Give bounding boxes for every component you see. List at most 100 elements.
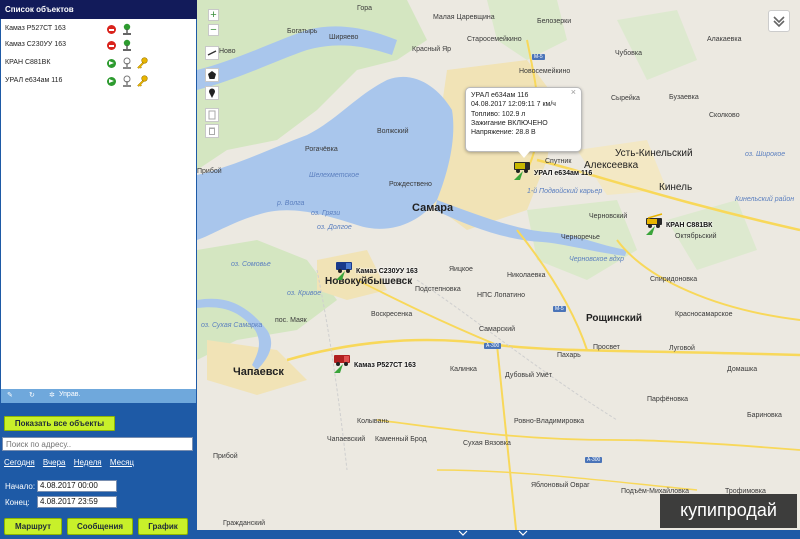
map-label: Просвет: [593, 344, 620, 351]
polygon-tool-button[interactable]: [205, 68, 219, 82]
map-label: Яицкое: [449, 266, 473, 273]
water-label: оз. Кривое: [287, 290, 322, 297]
map-label: Новосемейкино: [519, 68, 571, 75]
ignition-key-icon: [137, 75, 148, 87]
delete-tool-button[interactable]: [205, 124, 219, 138]
map-label: Яблоновый Овраг: [531, 482, 590, 489]
popup-voltage: Напряжение: 28.8 В: [471, 129, 536, 137]
gear-icon[interactable]: ✲: [49, 391, 55, 399]
water-label: Шелехметское: [309, 172, 360, 179]
map-label: пос. Маяк: [275, 317, 307, 324]
map-label: Николаевка: [507, 272, 546, 279]
road-badge: M-5: [553, 306, 566, 312]
map-label: Прибой: [197, 168, 222, 175]
map-label: Черновский: [589, 213, 628, 220]
map-label: Гора: [357, 5, 373, 12]
truck-marker-icon[interactable]: [332, 351, 354, 375]
end-label: Конец:: [5, 498, 30, 507]
map-label: Парфёновка: [647, 396, 689, 403]
object-row[interactable]: КРАН С881ВК: [1, 56, 196, 72]
moving-status-icon: [107, 77, 116, 86]
start-datetime-input[interactable]: 4.08.2017 00:00: [37, 480, 117, 492]
period-today-link[interactable]: Сегодня: [4, 458, 35, 467]
location-pin-icon[interactable]: [122, 23, 132, 36]
period-week-link[interactable]: Неделя: [74, 458, 102, 467]
map-label: Ново: [219, 48, 236, 55]
water-label: оз. Долгое: [317, 224, 352, 231]
zoom-out-button[interactable]: −: [208, 24, 219, 36]
location-pin-icon[interactable]: [122, 75, 132, 88]
map-label: Подстепновка: [415, 286, 461, 293]
map-label: Рощинский: [586, 313, 643, 324]
object-name[interactable]: Камаз Р527СТ 163: [5, 25, 66, 32]
location-pin-icon[interactable]: [122, 39, 132, 52]
map-label: Рогачёвка: [305, 146, 338, 153]
show-all-objects-button[interactable]: Показать все объекты: [4, 416, 115, 431]
period-yesterday-link[interactable]: Вчера: [43, 458, 66, 467]
truck-marker-icon[interactable]: [334, 258, 356, 282]
map-label: Сколково: [709, 112, 740, 119]
crane-marker-icon[interactable]: [644, 213, 666, 237]
map-label-city: Чапаевск: [233, 366, 284, 378]
stop-status-icon: [107, 25, 116, 34]
water-label: оз. Сомовье: [231, 261, 271, 268]
map-view[interactable]: Гора Малая Царевщина Белозерки Старосеме…: [197, 0, 800, 539]
object-name[interactable]: Камаз С230УУ 163: [5, 41, 66, 48]
chart-button[interactable]: График: [138, 518, 188, 535]
popup-title: УРАЛ е634ам 116: [471, 92, 529, 99]
route-button[interactable]: Маршрут: [4, 518, 62, 535]
map-label: Богатырь: [287, 28, 318, 35]
truck-marker-icon[interactable]: [512, 158, 534, 182]
map-label: НПС Лопатино: [477, 292, 525, 299]
map-label: Черноречье: [561, 234, 600, 241]
ruler-tool-button[interactable]: [205, 46, 219, 60]
map-pin-icon: [209, 88, 215, 98]
map-label: Малая Царевщина: [433, 14, 495, 21]
object-name[interactable]: УРАЛ е634ам 116: [5, 77, 62, 84]
water-label: оз. Сухая Самарка: [201, 322, 263, 329]
edit-tool-button[interactable]: [205, 108, 219, 122]
ignition-key-icon: [137, 57, 148, 69]
map-label: Колывань: [357, 418, 389, 425]
object-name[interactable]: КРАН С881ВК: [5, 59, 50, 66]
zoom-in-button[interactable]: +: [208, 9, 219, 21]
messages-button[interactable]: Сообщения: [67, 518, 133, 535]
vehicle-label[interactable]: УРАЛ е634ам 116: [534, 170, 592, 177]
road-badge: A-300: [484, 343, 502, 349]
water-label: оз. Широкое: [745, 151, 786, 158]
water-label: оз. Грязи: [311, 210, 341, 217]
period-month-link[interactable]: Месяц: [110, 458, 134, 467]
road-badge: A-300: [585, 457, 603, 463]
vehicle-label[interactable]: Камаз С230УУ 163: [356, 268, 418, 275]
stop-status-icon: [107, 41, 116, 50]
list-toolbar: ✎ ↻ ✲ Управ.: [1, 389, 196, 403]
start-label: Начало:: [5, 482, 36, 491]
map-label: Кинель: [659, 182, 693, 193]
manage-label[interactable]: Управ.: [59, 391, 80, 398]
map-label: Волжский: [377, 128, 409, 135]
object-row[interactable]: Камаз С230УУ 163: [1, 38, 196, 54]
edit-icon[interactable]: ✎: [7, 391, 13, 399]
expand-chevron-icon: [458, 530, 468, 536]
moving-status-icon: [107, 59, 116, 68]
map-label: Чубовка: [615, 50, 642, 57]
end-datetime-input[interactable]: 4.08.2017 23:59: [37, 496, 117, 508]
address-search-input[interactable]: [2, 437, 193, 451]
close-icon[interactable]: ×: [571, 87, 576, 97]
marker-tool-button[interactable]: [205, 86, 219, 100]
map-bottom-bar: [197, 530, 800, 539]
vehicle-label[interactable]: КРАН С881ВК: [666, 222, 712, 229]
refresh-icon[interactable]: ↻: [29, 391, 35, 399]
map-label: Бариновка: [747, 412, 782, 419]
object-row[interactable]: УРАЛ е634ам 116: [1, 74, 196, 90]
collapse-chevron-icon[interactable]: [768, 10, 790, 32]
map-label: Сухая Вязовка: [463, 440, 511, 447]
road-badge: M-5: [532, 54, 545, 60]
object-list: Камаз Р527СТ 163 Камаз С230УУ 163 КРАН С…: [1, 19, 196, 389]
map-label: Пахарь: [557, 352, 581, 359]
vehicle-label[interactable]: Камаз Р527СТ 163: [354, 362, 416, 369]
popup-datetime: 04.08.2017 12:09:11 7 км/ч: [471, 101, 556, 109]
location-pin-icon[interactable]: [122, 57, 132, 70]
map-label: Сырейка: [611, 95, 640, 102]
object-row[interactable]: Камаз Р527СТ 163: [1, 22, 196, 38]
